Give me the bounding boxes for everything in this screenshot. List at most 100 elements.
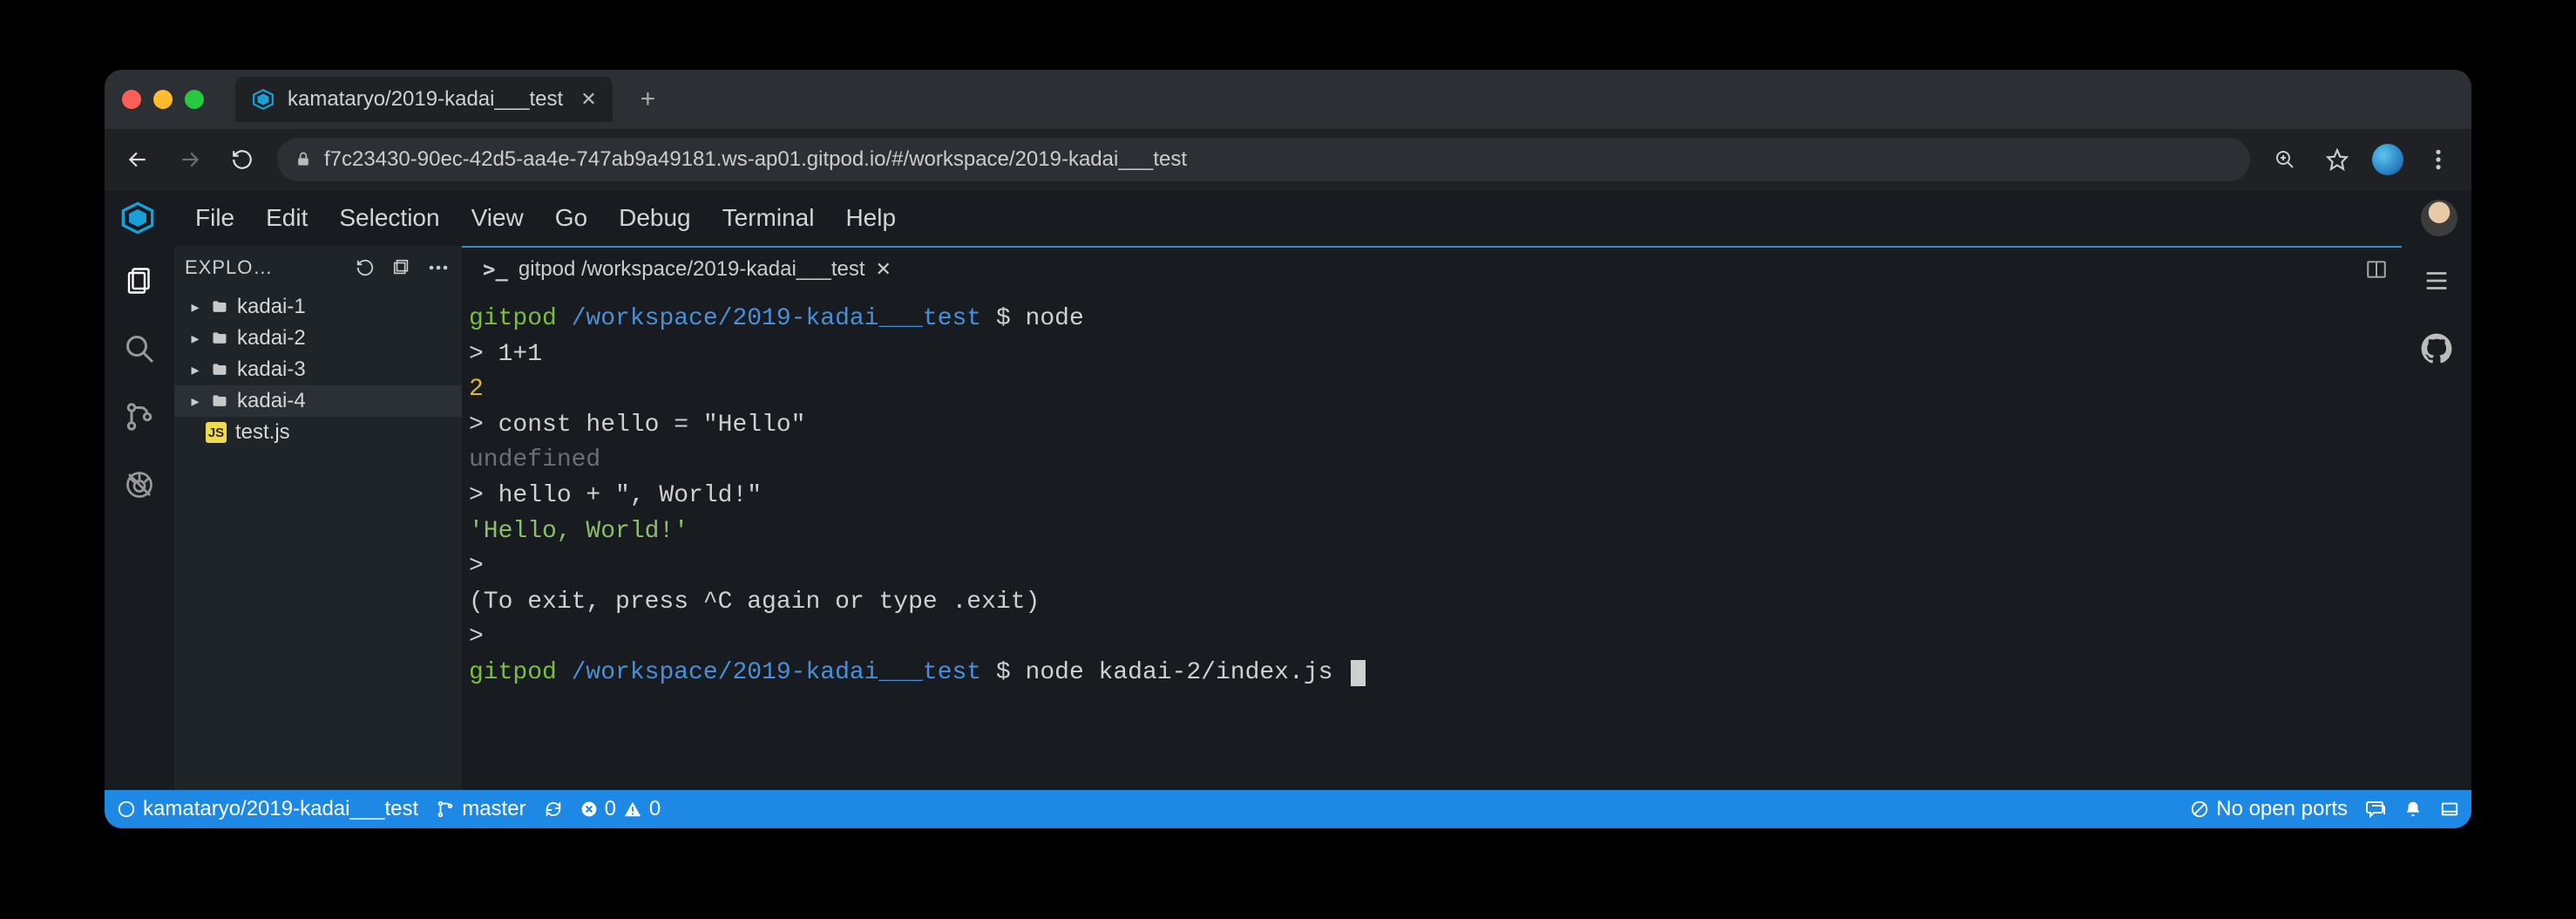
- nav-back-button[interactable]: [120, 142, 155, 177]
- terminal-line: > const hello = "Hello": [462, 408, 2391, 444]
- split-editor-icon[interactable]: [2365, 258, 2388, 281]
- terminal-line: (To exit, press ^C again or type .exit): [462, 585, 2391, 621]
- terminal-line: 'Hello, World!': [462, 514, 2391, 550]
- browser-menu-icon[interactable]: [2421, 142, 2456, 177]
- bookmark-icon[interactable]: [2320, 142, 2355, 177]
- explorer-sidebar: EXPLO… ▸ kadai-1 ▸ kadai-2 ▸kadai-3 ▸ kadai-4 J…: [174, 246, 462, 790]
- warning-icon: [623, 800, 642, 819]
- folder-kadai-2[interactable]: ▸ kadai-2: [174, 323, 462, 354]
- status-branch[interactable]: master: [436, 797, 525, 821]
- editor-tabstrip: >_ gitpod /workspace/2019-kadai___test ✕: [462, 248, 2402, 291]
- status-repo-label: kamataryo/2019-kadai___test: [143, 797, 418, 821]
- menu-debug[interactable]: Debug: [603, 199, 707, 237]
- terminal-line: undefined: [462, 443, 2391, 479]
- status-problems[interactable]: 0 0: [580, 797, 661, 821]
- folder-icon: [211, 298, 228, 316]
- terminal-line: >: [462, 620, 2391, 656]
- explorer-refresh-icon[interactable]: [352, 255, 378, 281]
- folder-icon: [211, 392, 228, 410]
- file-test-js[interactable]: JS test.js: [174, 417, 462, 448]
- menu-selection[interactable]: Selection: [323, 199, 455, 237]
- window-controls: [122, 90, 204, 109]
- browser-address-bar: f7c23430-90ec-42d5-aa4e-747ab9a49181.ws-…: [105, 129, 2471, 190]
- outline-icon[interactable]: [2417, 262, 2456, 300]
- gitpod-favicon-icon: [251, 87, 275, 112]
- chevron-right-icon: ▸: [188, 298, 202, 317]
- close-terminal-tab-icon[interactable]: ✕: [876, 258, 891, 281]
- status-branch-label: master: [462, 797, 525, 821]
- terminal-line: >: [462, 549, 2391, 585]
- tree-label: kadai-1: [237, 295, 306, 319]
- error-icon: [580, 800, 598, 818]
- terminal-line: > hello + ", World!": [462, 479, 2391, 514]
- terminal-tab-label: gitpod /workspace/2019-kadai___test: [519, 257, 865, 282]
- browser-tab-title: kamataryo/2019-kadai___test: [288, 87, 563, 112]
- chevron-right-icon: ▸: [188, 330, 202, 348]
- ide-main: EXPLO… ▸ kadai-1 ▸ kadai-2 ▸kadai-3 ▸ kadai-4 J…: [105, 246, 2471, 790]
- new-tab-button[interactable]: +: [641, 85, 656, 114]
- folder-kadai-4[interactable]: ▸ kadai-4: [174, 385, 462, 417]
- browser-titlebar: kamataryo/2019-kadai___test ✕ +: [105, 70, 2471, 129]
- sync-icon: [544, 800, 563, 819]
- lock-icon: [295, 151, 312, 168]
- tree-label: kadai-2: [237, 326, 306, 351]
- terminal-line: 2: [462, 372, 2391, 408]
- activity-search-icon[interactable]: [120, 330, 159, 368]
- terminal-cursor: [1351, 660, 1366, 686]
- user-avatar[interactable]: [2421, 200, 2457, 236]
- window-close-button[interactable]: [122, 90, 141, 109]
- activity-explorer-icon[interactable]: [120, 262, 159, 300]
- status-bell-icon[interactable]: [2403, 800, 2423, 819]
- explorer-more-icon[interactable]: [425, 255, 451, 281]
- tree-label: kadai-3: [237, 357, 306, 382]
- menu-help[interactable]: Help: [830, 199, 912, 237]
- status-errors-count: 0: [605, 797, 616, 821]
- close-tab-icon[interactable]: ✕: [580, 88, 596, 111]
- browser-tab[interactable]: kamataryo/2019-kadai___test ✕: [235, 77, 613, 122]
- menu-file[interactable]: File: [180, 199, 250, 237]
- url-text: f7c23430-90ec-42d5-aa4e-747ab9a49181.ws-…: [324, 147, 1187, 172]
- git-branch-icon: [436, 800, 455, 819]
- terminal-output[interactable]: gitpod /workspace/2019-kadai___test $ no…: [462, 291, 2402, 790]
- folder-kadai-3[interactable]: ▸kadai-3: [174, 354, 462, 385]
- status-ports[interactable]: No open ports: [2190, 797, 2348, 821]
- menu-edit[interactable]: Edit: [250, 199, 323, 237]
- github-outline-icon: [117, 800, 136, 819]
- explorer-collapse-icon[interactable]: [389, 255, 415, 281]
- tree-label: test.js: [235, 420, 290, 445]
- status-sync[interactable]: [544, 800, 563, 819]
- extension-icon[interactable]: [2372, 144, 2403, 175]
- file-tree: ▸ kadai-1 ▸ kadai-2 ▸kadai-3 ▸ kadai-4 JS test.j…: [174, 289, 462, 450]
- terminal-line: gitpod /workspace/2019-kadai___test $ no…: [462, 656, 2391, 691]
- folder-kadai-1[interactable]: ▸ kadai-1: [174, 291, 462, 323]
- github-icon[interactable]: [2417, 330, 2456, 368]
- status-feedback-icon[interactable]: [2365, 799, 2386, 820]
- status-layout-icon[interactable]: [2440, 800, 2459, 819]
- gitpod-logo-icon: [119, 199, 157, 237]
- ide-menubar: FileEditSelectionViewGoDebugTerminalHelp: [105, 190, 2471, 246]
- window-maximize-button[interactable]: [185, 90, 204, 109]
- right-rail: [2402, 246, 2471, 790]
- terminal-line: gitpod /workspace/2019-kadai___test $ no…: [462, 302, 2391, 337]
- activity-source-control-icon[interactable]: [120, 398, 159, 436]
- activity-bar: [105, 246, 174, 790]
- tree-label: kadai-4: [237, 389, 306, 413]
- terminal-tab-icon: >_: [483, 257, 508, 282]
- js-file-icon: JS: [206, 422, 227, 443]
- explorer-header: EXPLO…: [174, 246, 462, 289]
- status-ports-label: No open ports: [2216, 797, 2348, 821]
- chevron-right-icon: ▸: [188, 392, 202, 411]
- status-repo[interactable]: kamataryo/2019-kadai___test: [117, 797, 418, 821]
- app-window: kamataryo/2019-kadai___test ✕ + f7c23430…: [105, 70, 2471, 828]
- url-input[interactable]: f7c23430-90ec-42d5-aa4e-747ab9a49181.ws-…: [277, 138, 2250, 181]
- nav-forward-button[interactable]: [173, 142, 207, 177]
- zoom-icon[interactable]: [2268, 142, 2302, 177]
- nav-reload-button[interactable]: [225, 142, 260, 177]
- menu-view[interactable]: View: [456, 199, 539, 237]
- menu-go[interactable]: Go: [539, 199, 603, 237]
- activity-debug-icon[interactable]: [120, 466, 159, 504]
- menu-terminal[interactable]: Terminal: [707, 199, 830, 237]
- terminal-tab[interactable]: >_ gitpod /workspace/2019-kadai___test ✕: [469, 248, 905, 291]
- window-minimize-button[interactable]: [153, 90, 173, 109]
- editor-area: >_ gitpod /workspace/2019-kadai___test ✕…: [462, 246, 2402, 790]
